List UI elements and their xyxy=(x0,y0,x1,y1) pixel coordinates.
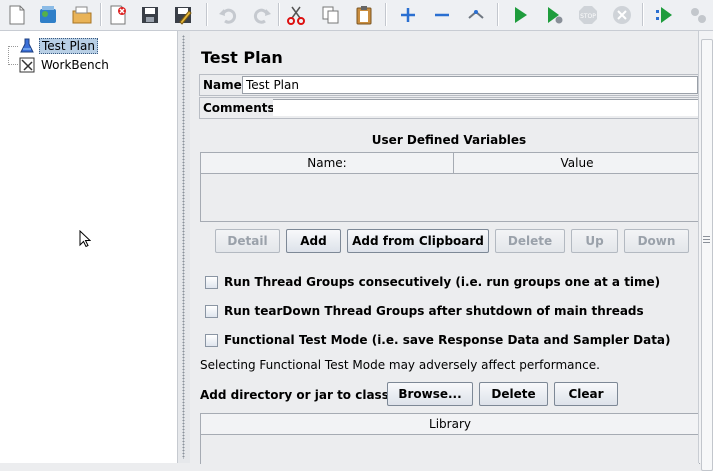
column-name[interactable]: Name: xyxy=(201,156,453,170)
tree-connector xyxy=(8,64,18,65)
name-label: Name: xyxy=(203,78,247,92)
checkbox-box[interactable] xyxy=(205,333,218,347)
comments-label: Comments: xyxy=(203,101,280,115)
toolbar-separator xyxy=(278,3,280,26)
close-icon[interactable] xyxy=(104,1,132,28)
library-header[interactable]: Library xyxy=(201,414,699,435)
test-plan-icon xyxy=(18,38,36,54)
tree-node-test-plan[interactable]: Test Plan xyxy=(18,38,98,54)
workbench-icon xyxy=(18,57,36,73)
functional-test-mode-checkbox[interactable]: Functional Test Mode (i.e. save Response… xyxy=(205,333,671,347)
save-icon[interactable] xyxy=(136,1,164,28)
add-button[interactable]: Add xyxy=(286,229,341,253)
pane-splitter[interactable] xyxy=(177,31,191,463)
add-from-clipboard-button[interactable]: Add from Clipboard xyxy=(347,229,489,253)
cut-icon[interactable] xyxy=(282,1,310,28)
tree-connector xyxy=(8,46,18,47)
test-plan-panel: Test Plan Name: Test Plan Comments: User… xyxy=(190,31,700,464)
toolbar-separator xyxy=(385,3,387,26)
test-plan-tree[interactable]: Test Plan WorkBench xyxy=(0,31,177,463)
table-header: Name: Value xyxy=(201,153,699,174)
page-title: Test Plan xyxy=(201,48,283,67)
comments-field[interactable] xyxy=(273,99,698,116)
toolbar-separator xyxy=(642,3,644,26)
checkbox-label: Functional Test Mode (i.e. save Response… xyxy=(224,333,671,347)
detail-button[interactable]: Detail xyxy=(215,229,280,253)
templates-icon[interactable] xyxy=(34,1,62,28)
start-no-pauses-icon[interactable] xyxy=(540,1,568,28)
expand-icon[interactable] xyxy=(394,1,422,28)
start-icon[interactable] xyxy=(506,1,534,28)
run-consecutively-checkbox[interactable]: Run Thread Groups consecutively (i.e. ru… xyxy=(205,275,660,289)
collapse-icon[interactable] xyxy=(428,1,456,28)
mouse-cursor-icon xyxy=(79,230,91,248)
new-icon[interactable] xyxy=(3,1,31,28)
name-row: Name: Test Plan xyxy=(199,74,699,96)
toolbar-separator xyxy=(206,3,208,26)
scrollbar-thumb[interactable] xyxy=(701,39,713,471)
teardown-after-shutdown-checkbox[interactable]: Run tearDown Thread Groups after shutdow… xyxy=(205,304,644,318)
checkbox-label: Run tearDown Thread Groups after shutdow… xyxy=(224,304,644,318)
copy-icon[interactable] xyxy=(317,1,345,28)
toolbar: STOP xyxy=(0,0,713,31)
remote-start-icon[interactable] xyxy=(651,1,679,28)
checkbox-box[interactable] xyxy=(205,275,218,289)
toolbar-separator xyxy=(497,3,499,26)
tree-connector xyxy=(8,48,10,65)
library-table[interactable]: Library xyxy=(200,413,700,464)
clear-button[interactable]: Clear xyxy=(554,382,618,406)
name-field[interactable]: Test Plan xyxy=(242,76,698,94)
delete-variable-button[interactable]: Delete xyxy=(495,229,565,253)
save-as-icon[interactable] xyxy=(169,1,197,28)
vertical-scrollbar[interactable] xyxy=(698,31,713,471)
open-icon[interactable] xyxy=(68,1,96,28)
tree-node-workbench[interactable]: WorkBench xyxy=(18,57,111,73)
column-value[interactable]: Value xyxy=(453,153,700,173)
undo-icon[interactable] xyxy=(214,1,242,28)
delete-classpath-button[interactable]: Delete xyxy=(479,382,548,406)
scrollbar-grip-icon xyxy=(703,236,710,243)
shutdown-icon[interactable] xyxy=(608,1,636,28)
redo-icon[interactable] xyxy=(248,1,276,28)
toggle-icon[interactable] xyxy=(462,1,490,28)
up-button[interactable]: Up xyxy=(571,229,618,253)
functional-mode-note: Selecting Functional Test Mode may adver… xyxy=(200,358,600,372)
checkbox-label: Run Thread Groups consecutively (i.e. ru… xyxy=(224,275,661,289)
paste-icon[interactable] xyxy=(350,1,378,28)
tree-label-test-plan[interactable]: Test Plan xyxy=(39,38,98,54)
variables-table[interactable]: Name: Value xyxy=(200,152,700,222)
remote-stop-icon[interactable] xyxy=(684,1,712,28)
user-defined-variables-title: User Defined Variables xyxy=(371,133,527,147)
stop-icon[interactable]: STOP xyxy=(574,1,602,28)
tree-label-workbench[interactable]: WorkBench xyxy=(39,58,111,72)
browse-button[interactable]: Browse... xyxy=(387,382,473,406)
checkbox-box[interactable] xyxy=(205,304,218,318)
comments-row: Comments: xyxy=(199,97,699,119)
down-button[interactable]: Down xyxy=(624,229,689,253)
toolbar-separator xyxy=(100,3,102,26)
stop-label: STOP xyxy=(580,13,596,20)
